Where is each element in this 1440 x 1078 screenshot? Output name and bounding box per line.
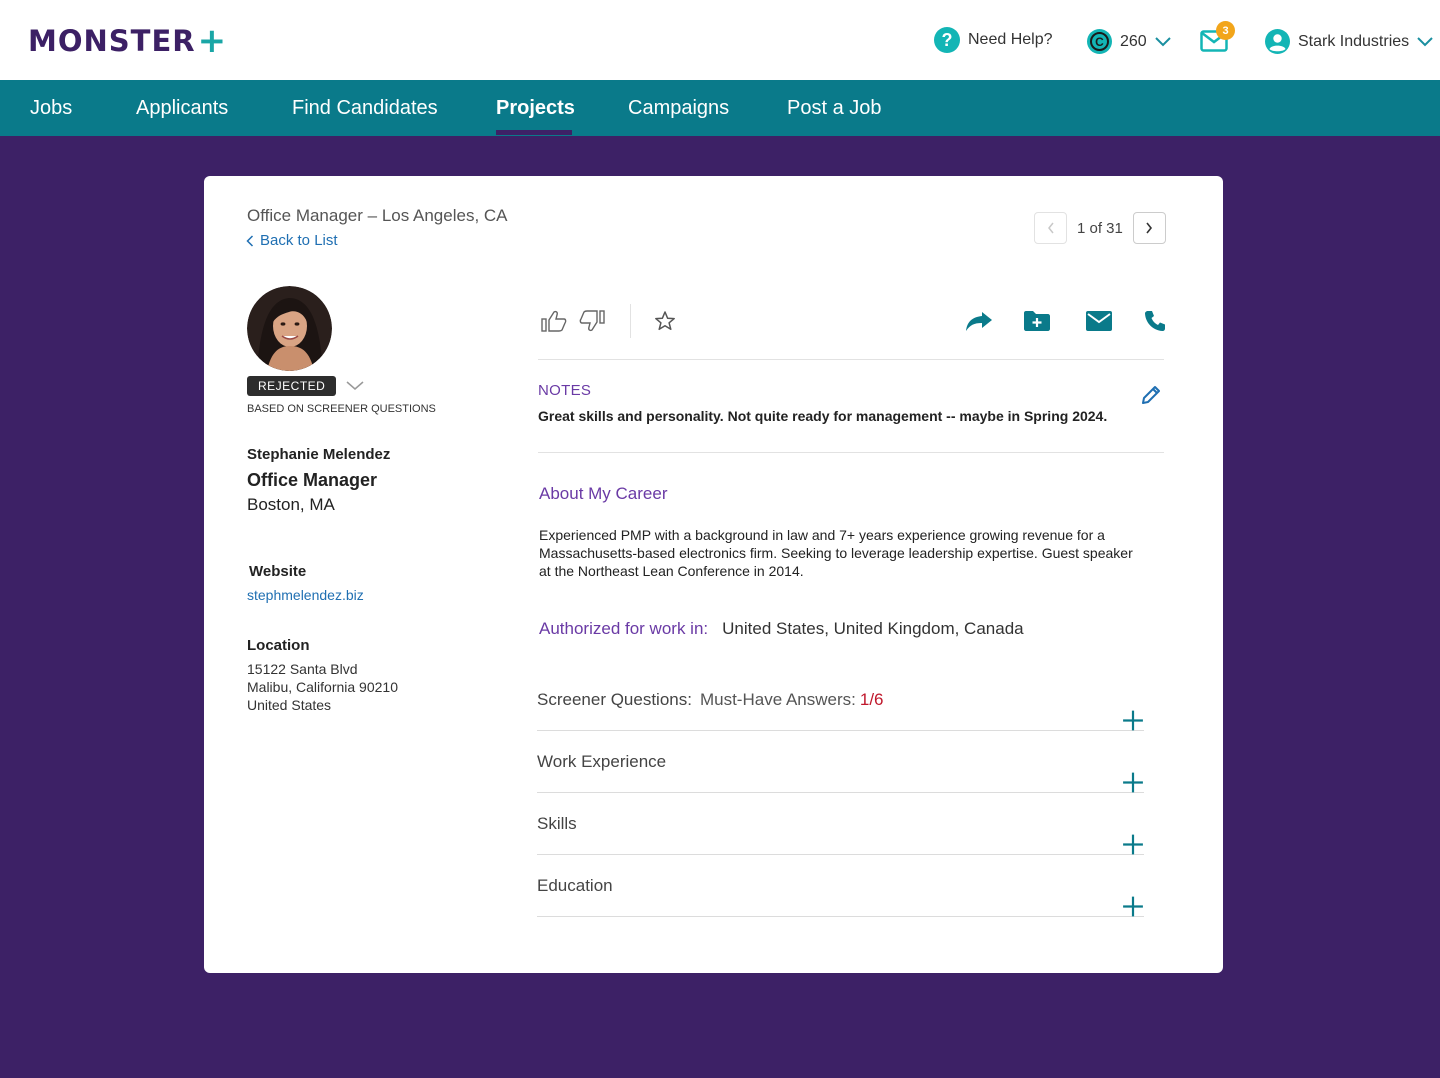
address-line-2: Malibu, California 90210 [247, 679, 398, 695]
next-button[interactable] [1132, 212, 1166, 244]
mail-count-badge: 3 [1216, 21, 1235, 40]
credits-coin-icon: C [1087, 29, 1112, 54]
need-help-link[interactable]: ? Need Help? [934, 27, 1053, 53]
work-auth-label: Authorized for work in: [539, 619, 709, 638]
chevron-left-icon [246, 234, 254, 247]
nav-applicants[interactable]: Applicants [136, 80, 228, 136]
credits-dropdown[interactable]: C 260 [1087, 29, 1171, 54]
address-line-3: United States [247, 697, 332, 713]
logo-plus: + [197, 21, 227, 61]
prev-button[interactable] [1034, 212, 1067, 244]
address-line-1: 15122 Santa Blvd [247, 661, 358, 677]
status-row: REJECTED [247, 376, 364, 396]
candidate-photo [247, 286, 332, 371]
website-label: Website [249, 563, 307, 580]
must-have-value: 1/6 [859, 689, 884, 709]
monster-logo[interactable]: MONSTER + [28, 24, 226, 58]
section-label: Education [537, 875, 613, 895]
status-badge: REJECTED [247, 376, 337, 396]
status-dropdown-chevron-icon[interactable] [346, 381, 364, 391]
add-to-folder-icon[interactable] [1022, 304, 1052, 338]
phone-icon[interactable] [1142, 304, 1168, 338]
nav-campaigns[interactable]: Campaigns [628, 80, 729, 136]
candidate-title: Office Manager [247, 470, 378, 490]
notes-label: NOTES [538, 382, 592, 399]
location-label: Location [247, 637, 310, 654]
job-title: Office Manager – Los Angeles, CA [247, 206, 508, 225]
candidate-card: Office Manager – Los Angeles, CA Back to… [204, 176, 1223, 973]
help-icon: ? [934, 27, 960, 53]
must-have-label: Must-Have Answers: [699, 689, 856, 709]
thumbs-up-icon[interactable] [540, 304, 568, 338]
chevron-right-icon [1146, 222, 1153, 234]
section-skills[interactable]: Skills [537, 793, 1144, 855]
nav-post-a-job[interactable]: Post a Job [787, 80, 882, 136]
email-icon[interactable] [1084, 304, 1114, 338]
active-tab-indicator [496, 130, 572, 135]
thumbs-down-icon[interactable] [578, 304, 606, 338]
section-screener-questions[interactable]: Screener Questions: Must-Have Answers: 1… [537, 669, 1144, 731]
work-auth-value: United States, United Kingdom, Canada [722, 619, 1024, 638]
about-career-heading: About My Career [539, 484, 668, 503]
section-education[interactable]: Education [537, 855, 1144, 917]
top-header: MONSTER + ? Need Help? C 260 3 Stark Ind… [0, 0, 1440, 80]
back-label: Back to List [260, 232, 338, 249]
chevron-left-icon [1047, 222, 1054, 234]
website-link[interactable]: stephmelendez.biz [247, 587, 364, 603]
pager: 1 of 31 [1034, 212, 1166, 244]
chevron-down-icon [1417, 36, 1433, 46]
about-career-text: Experienced PMP with a background in law… [539, 527, 1133, 579]
credits-count: 260 [1120, 32, 1147, 50]
help-label: Need Help? [968, 31, 1053, 48]
status-note: BASED ON SCREENER QUESTIONS [247, 403, 436, 415]
nav-find-candidates[interactable]: Find Candidates [292, 80, 438, 136]
action-bar [538, 304, 1165, 360]
main-nav: Jobs Applicants Find Candidates Projects… [0, 80, 1440, 136]
back-to-list-link[interactable]: Back to List [246, 232, 338, 249]
divider [538, 452, 1164, 453]
chevron-down-icon [1154, 36, 1171, 46]
section-work-experience[interactable]: Work Experience [537, 731, 1144, 793]
nav-projects[interactable]: Projects [496, 80, 575, 136]
star-icon[interactable] [652, 304, 678, 338]
section-label: Skills [537, 813, 577, 833]
section-label: Screener Questions: [537, 689, 692, 709]
account-menu[interactable]: Stark Industries [1265, 29, 1433, 54]
edit-pencil-icon[interactable] [1140, 384, 1162, 406]
section-label: Work Experience [537, 751, 667, 771]
candidate-name: Stephanie Melendez [247, 446, 391, 463]
action-divider [630, 304, 631, 338]
candidate-location: Boston, MA [247, 495, 335, 514]
nav-jobs[interactable]: Jobs [30, 80, 72, 136]
pager-text: 1 of 31 [1077, 219, 1123, 237]
account-name: Stark Industries [1298, 32, 1410, 50]
logo-text: MONSTER [28, 24, 196, 58]
work-authorization: Authorized for work in: United States, U… [539, 619, 1024, 639]
notes-text: Great skills and personality. Not quite … [538, 408, 1108, 424]
forward-icon[interactable] [964, 304, 994, 338]
expand-plus-icon[interactable] [1122, 876, 1144, 937]
user-avatar-icon [1265, 29, 1290, 54]
